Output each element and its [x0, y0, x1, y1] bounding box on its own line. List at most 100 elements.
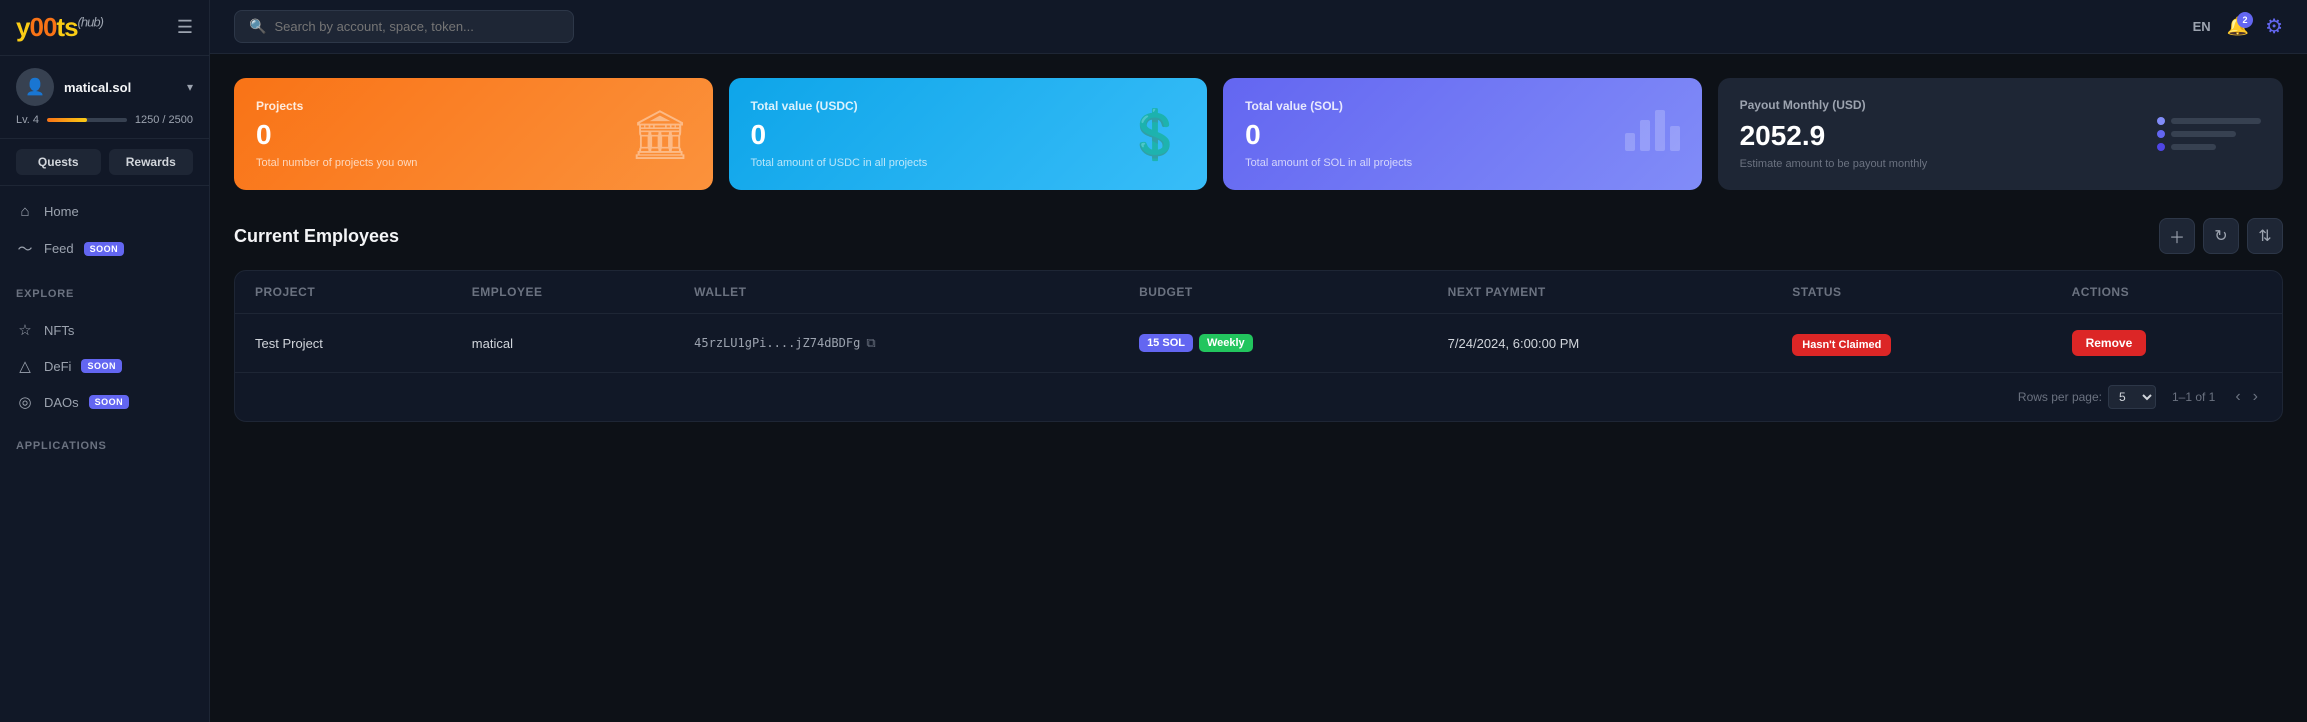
cell-budget: 15 SOL Weekly: [1119, 314, 1428, 373]
sidebar-item-label-feed: Feed: [44, 241, 74, 256]
search-icon: 🔍: [249, 18, 266, 35]
usdc-icon: 💲: [1125, 106, 1185, 163]
sidebar-item-home[interactable]: ⌂ Home: [0, 194, 209, 229]
projects-card: Projects 0 Total number of projects you …: [234, 78, 713, 190]
payout-bar-row-3: [2157, 143, 2261, 151]
defi-soon-badge: SOON: [81, 359, 122, 373]
sidebar-item-defi[interactable]: △ DeFi SOON: [0, 348, 209, 384]
nfts-icon: ☆: [16, 321, 34, 339]
feed-soon-badge: SOON: [84, 242, 125, 256]
header: 🔍 EN 🔔 2 ⚙: [210, 0, 2307, 54]
col-employee: Employee: [452, 271, 674, 314]
budget-cell: 15 SOL Weekly: [1139, 334, 1408, 352]
col-next-payment: Next Payment: [1428, 271, 1773, 314]
sidebar-logo-area: y00ts(hub) ☰: [0, 0, 209, 56]
payout-bar-line-1: [2171, 118, 2261, 124]
rows-per-page-label: Rows per page:: [2018, 390, 2102, 404]
settings-button[interactable]: ⚙: [2265, 14, 2283, 39]
avatar: 👤: [16, 68, 54, 106]
rows-per-page-select[interactable]: 5 10 25: [2108, 385, 2156, 409]
employees-table: Project Employee Wallet Budget Next Paym…: [235, 271, 2282, 372]
payout-bar-dot-2: [2157, 130, 2165, 138]
table-header-row: Project Employee Wallet Budget Next Paym…: [235, 271, 2282, 314]
budget-frequency-badge: Weekly: [1199, 334, 1253, 352]
level-bar: [47, 118, 127, 122]
cell-employee: matical: [452, 314, 674, 373]
user-section: 👤 matical.sol ▾ Lv. 4 1250 / 2500: [0, 56, 209, 139]
nav-section: ⌂ Home 〜 Feed SOON: [0, 186, 209, 276]
payout-bar-dot-3: [2157, 143, 2165, 151]
level-progress: 1250 / 2500: [135, 114, 193, 126]
rewards-button[interactable]: Rewards: [109, 149, 194, 175]
pagination-buttons: ‹ ›: [2231, 386, 2262, 408]
user-row: 👤 matical.sol ▾: [16, 68, 193, 106]
budget-sol-badge: 15 SOL: [1139, 334, 1193, 352]
notification-badge: 2: [2237, 12, 2253, 28]
usdc-card: Total value (USDC) 0 Total amount of USD…: [729, 78, 1208, 190]
sidebar-item-label-defi: DeFi: [44, 359, 71, 374]
table-body: Test Project matical 45rzLU1gPi....jZ74d…: [235, 314, 2282, 373]
projects-label: Projects: [256, 99, 417, 113]
projects-desc: Total number of projects you own: [256, 157, 417, 169]
employees-table-container: Project Employee Wallet Budget Next Paym…: [234, 270, 2283, 422]
chevron-down-icon[interactable]: ▾: [187, 80, 193, 94]
sidebar-item-feed[interactable]: 〜 Feed SOON: [0, 229, 209, 268]
search-bar[interactable]: 🔍: [234, 10, 574, 43]
rows-per-page: Rows per page: 5 10 25: [2018, 385, 2156, 409]
cell-next-payment: 7/24/2024, 6:00:00 PM: [1428, 314, 1773, 373]
table-header: Project Employee Wallet Budget Next Paym…: [235, 271, 2282, 314]
payout-card: Payout Monthly (USD) 2052.9 Estimate amo…: [1718, 78, 2283, 190]
usdc-value: 0: [751, 119, 928, 151]
payout-card-content: Payout Monthly (USD) 2052.9 Estimate amo…: [1740, 98, 1928, 170]
col-actions: Actions: [2052, 271, 2282, 314]
copy-icon[interactable]: ⧉: [866, 336, 875, 351]
sol-card: Total value (SOL) 0 Total amount of SOL …: [1223, 78, 1702, 190]
prev-page-button[interactable]: ‹: [2231, 386, 2244, 408]
page-info: 1–1 of 1: [2172, 390, 2215, 404]
language-button[interactable]: EN: [2193, 19, 2211, 34]
sort-button[interactable]: ⇅: [2247, 218, 2283, 254]
sol-desc: Total amount of SOL in all projects: [1245, 157, 1412, 169]
payout-value: 2052.9: [1740, 120, 1928, 152]
employees-section-header: Current Employees ＋ ↻ ⇅: [234, 218, 2283, 254]
projects-card-content: Projects 0 Total number of projects you …: [256, 99, 417, 169]
search-input[interactable]: [274, 19, 559, 34]
main-area: 🔍 EN 🔔 2 ⚙ Projects 0 Total number of pr…: [210, 0, 2307, 722]
usdc-label: Total value (USDC): [751, 99, 928, 113]
col-status: Status: [1772, 271, 2051, 314]
sol-icon: [1620, 98, 1680, 170]
home-icon: ⌂: [16, 203, 34, 220]
notification-button[interactable]: 🔔 2: [2227, 16, 2249, 37]
projects-value: 0: [256, 119, 417, 151]
section-action-buttons: ＋ ↻ ⇅: [2159, 218, 2283, 254]
payout-bar-row-1: [2157, 117, 2261, 125]
username: matical.sol: [64, 80, 177, 95]
wallet-cell: 45rzLU1gPi....jZ74dBDFg ⧉: [694, 336, 1099, 351]
usdc-card-content: Total value (USDC) 0 Total amount of USD…: [751, 99, 928, 169]
payout-desc: Estimate amount to be payout monthly: [1740, 158, 1928, 170]
sidebar-item-label-daos: DAOs: [44, 395, 79, 410]
payout-bar-row-2: [2157, 130, 2261, 138]
user-info: matical.sol: [64, 80, 177, 95]
col-wallet: Wallet: [674, 271, 1119, 314]
remove-button[interactable]: Remove: [2072, 330, 2147, 356]
col-budget: Budget: [1119, 271, 1428, 314]
sidebar-item-label-nfts: NFTs: [44, 323, 74, 338]
col-project: Project: [235, 271, 452, 314]
refresh-button[interactable]: ↻: [2203, 218, 2239, 254]
add-employee-button[interactable]: ＋: [2159, 218, 2195, 254]
daos-icon: ◎: [16, 393, 34, 411]
daos-soon-badge: SOON: [89, 395, 130, 409]
quests-button[interactable]: Quests: [16, 149, 101, 175]
table-footer: Rows per page: 5 10 25 1–1 of 1 ‹ ›: [235, 372, 2282, 421]
explore-section: ☆ NFTs △ DeFi SOON ◎ DAOs SOON: [0, 304, 209, 428]
sidebar-item-daos[interactable]: ◎ DAOs SOON: [0, 384, 209, 420]
sidebar-item-nfts[interactable]: ☆ NFTs: [0, 312, 209, 348]
next-page-button[interactable]: ›: [2249, 386, 2262, 408]
header-right: EN 🔔 2 ⚙: [2193, 14, 2283, 39]
hamburger-icon[interactable]: ☰: [177, 17, 193, 38]
payout-bar-line-2: [2171, 131, 2236, 137]
content-area: Projects 0 Total number of projects you …: [210, 54, 2307, 722]
cell-status: Hasn't Claimed: [1772, 314, 2051, 373]
projects-icon: 🏛: [630, 106, 691, 163]
